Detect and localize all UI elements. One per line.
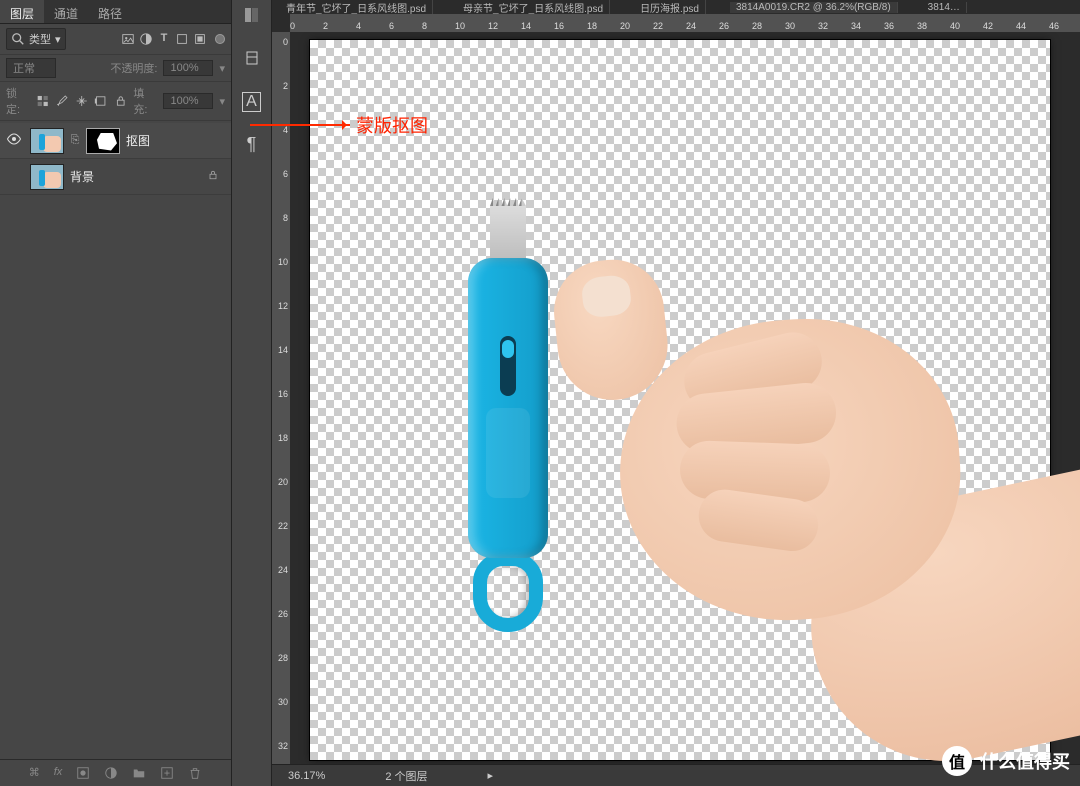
watermark: 值 什么值得买 [942,746,1070,776]
doc-tab[interactable]: 母亲节_它坏了_日系风线图.psd [457,0,610,14]
filter-toggle[interactable] [215,34,225,44]
adjustment-icon[interactable] [104,766,118,780]
lock-row: 锁定: 填充: 100% ▾ [0,82,231,121]
lock-artboard-icon[interactable] [94,94,107,108]
fx-icon[interactable]: fx [54,766,63,780]
utility-knife-illustration [468,206,548,626]
layer-row[interactable]: 背景 [0,159,231,195]
link-layers-icon[interactable]: ⌘ [29,766,40,780]
panel-tabs: 图层 通道 路径 [0,0,231,24]
visibility-toggle[interactable] [4,133,24,148]
annotation-text: 蒙版抠图 [356,112,428,138]
search-icon [11,32,25,46]
folder-icon[interactable] [132,766,146,780]
lock-pixels-icon[interactable] [36,94,49,108]
layer-thumbnail[interactable] [30,164,64,190]
opacity-label: 不透明度: [110,60,157,76]
annotation-callout: 蒙版抠图 [250,112,428,138]
layer-row[interactable]: ⎘ 抠图 [0,123,231,159]
chevron-down-icon: ▾ [55,33,61,46]
mask-thumbnail[interactable] [86,128,120,154]
canvas-viewport[interactable] [290,32,1080,764]
library-icon[interactable] [243,49,261,70]
doc-tab[interactable]: 日历海报.psd [634,0,706,14]
layer-filter-row: 类型 ▾ T [0,24,231,55]
layers-list: ⎘ 抠图 背景 [0,121,231,759]
layer-thumbnail[interactable] [30,128,64,154]
fill-label: 填充: [133,85,157,117]
chevron-down-icon[interactable]: ▾ [219,95,225,108]
blend-row: 正常 不透明度: 100% ▾ [0,55,231,82]
opacity-input[interactable]: 100% [163,60,213,76]
artboard [310,40,1050,760]
mask-icon[interactable] [76,766,90,780]
watermark-badge: 值 [942,746,972,776]
tab-layers[interactable]: 图层 [0,0,44,23]
layers-panel: 图层 通道 路径 类型 ▾ T 正常 不透明度: 100% ▾ [0,0,232,786]
panel-footer: ⌘ fx [0,759,231,786]
character-icon[interactable]: A [242,92,261,112]
doc-tab[interactable]: 青年节_它坏了_日系风线图.psd [280,0,433,14]
layer-count: 2 个图层 [385,768,427,784]
lock-label: 锁定: [6,85,30,117]
fill-input[interactable]: 100% [163,93,213,109]
filter-label: 类型 [29,31,51,47]
filter-adjust-icon[interactable] [139,32,153,46]
tab-paths[interactable]: 路径 [88,0,132,23]
trash-icon[interactable] [188,766,202,780]
tab-channels[interactable]: 通道 [44,0,88,23]
filter-type-dropdown[interactable]: 类型 ▾ [6,28,66,50]
doc-tab[interactable]: 3814… [922,2,967,13]
filter-text-icon[interactable]: T [157,32,171,46]
blend-mode-dropdown[interactable]: 正常 [6,58,56,78]
mask-link-icon[interactable]: ⎘ [70,134,80,147]
chevron-down-icon[interactable]: ▾ [219,62,225,75]
lock-position-icon[interactable] [75,94,88,108]
layer-name[interactable]: 抠图 [126,132,150,149]
arrow-icon [250,124,350,126]
lock-brush-icon[interactable] [56,94,69,108]
doc-tab-active[interactable]: 3814A0019.CR2 @ 36.2%(RGB/8) [730,2,898,13]
horizontal-ruler[interactable]: 0246810121416182022242628303234363840424… [290,14,1080,32]
lock-all-icon[interactable] [114,94,127,108]
filter-smart-icon[interactable] [193,32,207,46]
filter-image-icon[interactable] [121,32,135,46]
swatch-icon[interactable] [243,6,261,27]
layer-name[interactable]: 背景 [70,168,94,185]
filter-shape-icon[interactable] [175,32,189,46]
watermark-text: 什么值得买 [980,748,1070,774]
new-layer-icon[interactable] [160,766,174,780]
lock-icon [207,169,219,184]
zoom-level[interactable]: 36.17% [288,770,325,782]
vertical-ruler[interactable]: 02468101214161820222426283032 [272,32,290,764]
status-chevron-icon[interactable]: ▸ [488,769,494,782]
document-tabs: 青年节_它坏了_日系风线图.psd 母亲节_它坏了_日系风线图.psd 日历海报… [272,0,1080,14]
hand-illustration [530,280,1080,730]
